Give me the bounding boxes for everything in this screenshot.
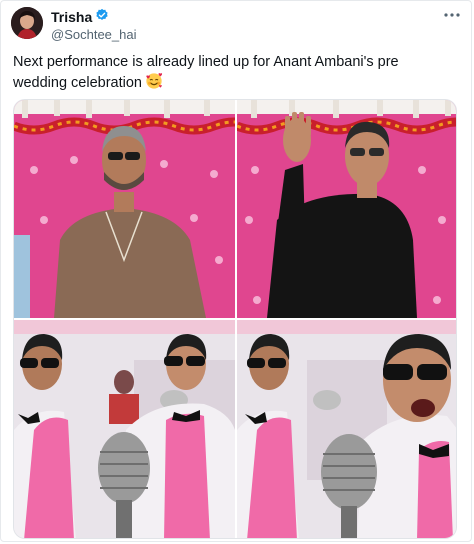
ellipsis-icon[interactable] [441,7,463,25]
photo-movie-scene-left[interactable] [14,320,235,538]
tweet-body: Next performance is already lined up for… [13,54,399,91]
avatar[interactable] [11,7,43,39]
display-name-row[interactable]: Trisha [51,8,109,26]
smiling-face-with-hearts-icon [145,72,163,96]
tweet-header: Trisha @Sochtee_hai [11,7,465,47]
verified-badge-icon [95,8,109,26]
user-handle[interactable]: @Sochtee_hai [51,27,136,43]
photo-man-waving-black-tshirt[interactable] [237,100,456,318]
display-name[interactable]: Trisha [51,9,92,26]
photo-man-in-brown-tshirt[interactable] [14,100,235,318]
photo-movie-scene-right[interactable] [237,320,456,538]
media-grid[interactable] [13,99,457,539]
tweet-text: Next performance is already lined up for… [13,52,453,96]
tweet-card[interactable]: Trisha @Sochtee_hai Next performance is … [0,0,472,542]
